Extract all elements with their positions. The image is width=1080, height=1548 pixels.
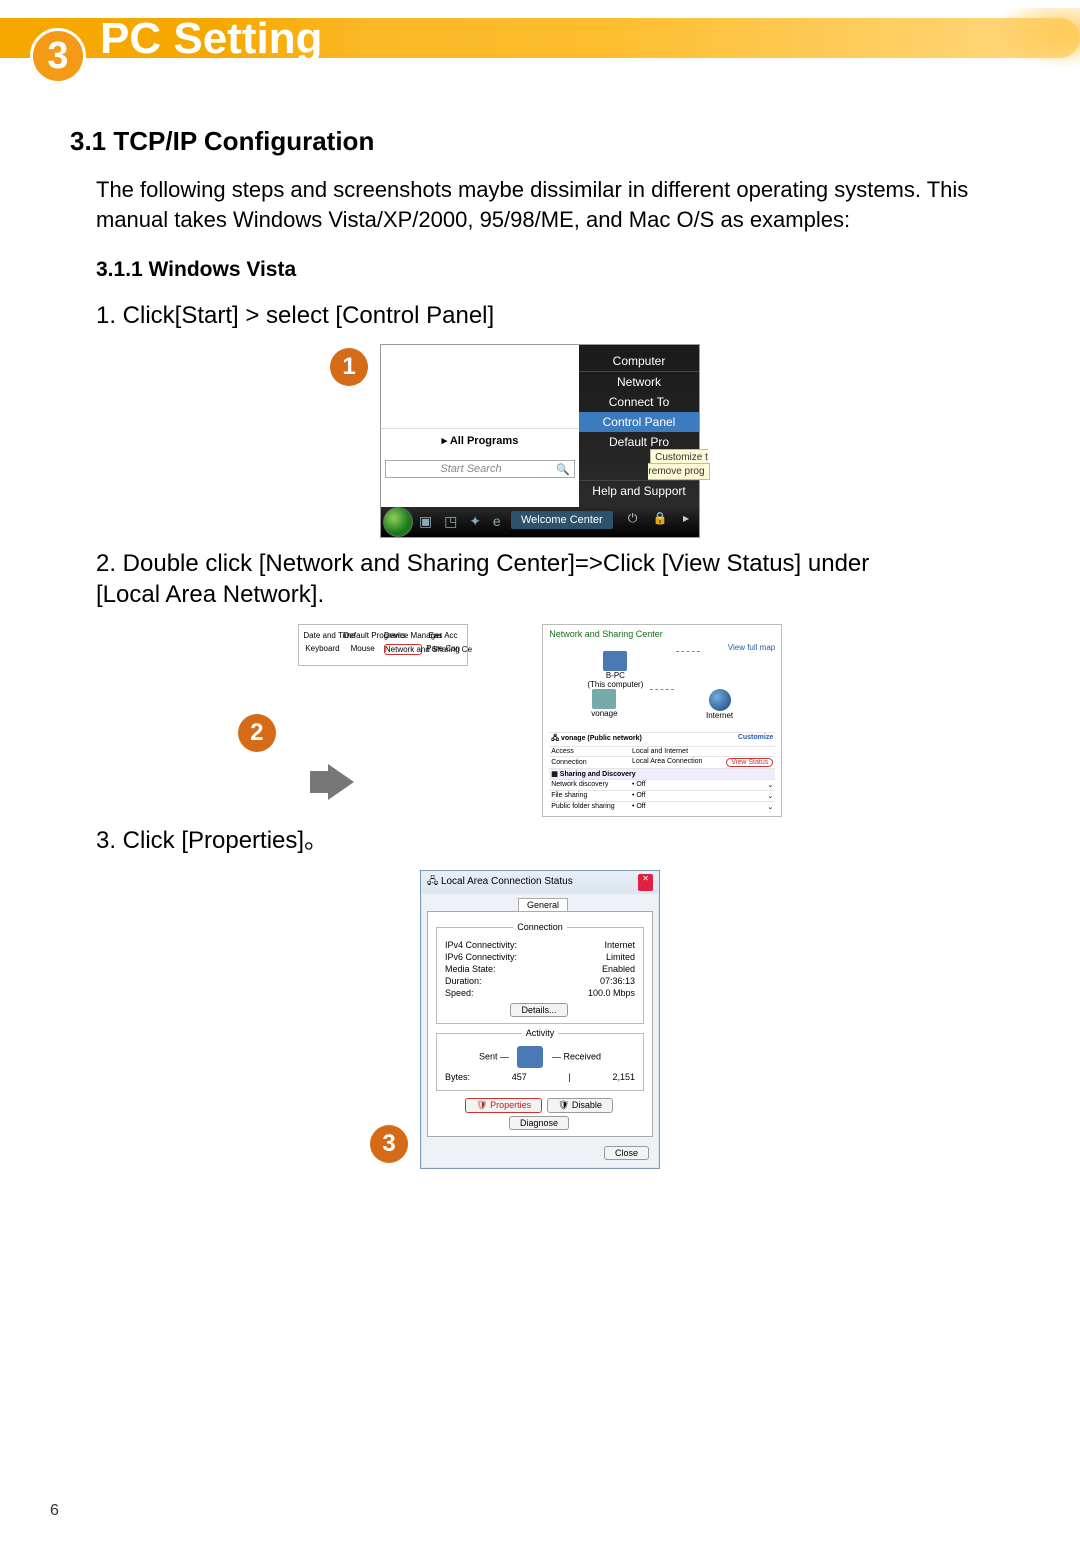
cp-icon-date-time[interactable]: Date and Time xyxy=(303,631,341,640)
close-icon[interactable]: ✕ xyxy=(638,874,653,891)
sd-file-value: • Off xyxy=(632,792,646,799)
ipv4-label: IPv4 Connectivity: xyxy=(445,940,517,950)
figure-3-lan-status: 3 🖧 Local Area Connection Status ✕ Gener… xyxy=(420,870,660,1169)
bytes-label: Bytes: xyxy=(445,1072,470,1082)
cp-icon-keyboard[interactable]: Keyboard xyxy=(303,644,341,653)
chapter-banner: 3 PC Setting xyxy=(0,0,1080,70)
vista-taskbar: ▣ ◳ ✦ e Welcome Center ⏻ 🔒 ▸ xyxy=(381,507,699,537)
step-3-text: 3. Click [Properties]。 xyxy=(96,825,1010,856)
sharing-discovery-header: ▦ Sharing and Discovery xyxy=(549,768,775,779)
all-programs-button[interactable]: All Programs xyxy=(381,428,579,452)
network-map: B-PC(This computer) vonage Internet xyxy=(549,643,775,728)
cp-icon-device-manager[interactable]: Device Manager xyxy=(384,631,422,640)
sent-label: Sent xyxy=(479,1052,498,1062)
page-number: 6 xyxy=(50,1502,59,1520)
received-label: Received xyxy=(564,1052,602,1062)
close-button[interactable]: Close xyxy=(604,1146,649,1160)
step-1-text: 1. Click[Start] > select [Control Panel] xyxy=(96,300,1010,331)
bytes-sent-value: 457 xyxy=(512,1072,527,1082)
ns-conn-value: Local Area Connection xyxy=(632,758,702,765)
view-full-map-link[interactable]: View full map xyxy=(728,643,775,652)
properties-button[interactable]: 🛡 Properties xyxy=(465,1098,542,1113)
intro-paragraph: The following steps and screenshots mayb… xyxy=(96,175,1010,234)
details-button[interactable]: Details... xyxy=(510,1003,567,1017)
speed-value: 100.0 Mbps xyxy=(588,988,635,998)
figure-1-start-menu: 1 Computer Network Connect To Control Pa… xyxy=(380,344,700,538)
menu-item-connect-to[interactable]: Connect To xyxy=(579,392,699,412)
lan-status-dialog: 🖧 Local Area Connection Status ✕ General… xyxy=(420,870,660,1169)
cp-icon-ease-access[interactable]: Eas Acc xyxy=(424,631,462,640)
taskbar-tab-welcome[interactable]: Welcome Center xyxy=(511,511,613,529)
figure-2-badge: 2 xyxy=(238,714,276,752)
sd-net-disc-value: • Off xyxy=(632,781,646,788)
sd-file-label: File sharing xyxy=(549,790,630,801)
sd-net-disc-label: Network discovery xyxy=(549,779,630,790)
figure-1-badge: 1 xyxy=(330,348,368,386)
view-status-button[interactable]: View Status xyxy=(726,758,773,767)
sd-public-label: Public folder sharing xyxy=(549,801,630,812)
ns-access-value: Local and Internet xyxy=(630,746,775,756)
step-2-text: 2. Double click [Network and Sharing Cen… xyxy=(96,548,1010,610)
arrow-icon xyxy=(328,764,354,800)
start-orb-icon[interactable] xyxy=(383,507,413,537)
figure-2-network-sharing: 2 Date and Time Default Programs Device … xyxy=(298,624,782,817)
control-panel-window: Date and Time Default Programs Device Ma… xyxy=(298,624,468,666)
ipv6-value: Limited xyxy=(606,952,635,962)
activity-icon xyxy=(517,1046,543,1068)
media-value: Enabled xyxy=(602,964,635,974)
cp-icon-default-programs[interactable]: Default Programs xyxy=(344,631,382,640)
activity-legend: Activity xyxy=(522,1028,559,1038)
page-content: 3.1 TCP/IP Configuration The following s… xyxy=(0,70,1080,1169)
menu-item-computer[interactable]: Computer xyxy=(579,351,699,372)
ns-info-table: 🖧 vonage (Public network)Customize Acces… xyxy=(549,732,775,812)
cp-icon-mouse[interactable]: Mouse xyxy=(344,644,382,653)
ns-conn-label: Connection xyxy=(549,756,630,768)
cp-icon-parental[interactable]: Pare Con xyxy=(424,644,462,653)
cp-icon-network-sharing[interactable]: Network and Sharing Ce xyxy=(384,644,422,655)
figure-3-badge: 3 xyxy=(370,1125,408,1163)
start-search-input[interactable]: Start Search xyxy=(385,460,575,478)
connection-group: Connection IPv4 Connectivity: Internet IP… xyxy=(436,922,644,1024)
duration-label: Duration: xyxy=(445,976,482,986)
customize-link[interactable]: Customize xyxy=(738,734,773,741)
start-menu-right-column: Computer Network Connect To Control Pane… xyxy=(579,345,699,507)
bytes-recv-value: 2,151 xyxy=(612,1072,635,1082)
disable-button[interactable]: 🛡 Disable xyxy=(547,1098,613,1113)
section-heading: 3.1 TCP/IP Configuration xyxy=(70,126,1010,157)
diagnose-button[interactable]: Diagnose xyxy=(509,1116,569,1130)
speed-label: Speed: xyxy=(445,988,474,998)
tab-general[interactable]: General xyxy=(518,898,568,911)
media-label: Media State: xyxy=(445,964,496,974)
default-programs-label: Default Pro xyxy=(609,435,669,449)
subsection-heading: 3.1.1 Windows Vista xyxy=(96,258,1010,282)
ns-title: Network and Sharing Center xyxy=(549,629,775,639)
quicklaunch-icons[interactable]: ▣ ◳ ✦ e xyxy=(419,513,505,530)
taskbar-tray-icons[interactable]: ⏻ 🔒 ▸ xyxy=(628,511,695,526)
ipv4-value: Internet xyxy=(604,940,635,950)
menu-item-control-panel[interactable]: Control Panel xyxy=(579,412,699,432)
network-sharing-center-window: Network and Sharing Center View full map… xyxy=(542,624,782,817)
chapter-number-badge: 3 xyxy=(30,28,86,84)
dialog-titlebar: 🖧 Local Area Connection Status ✕ xyxy=(421,871,659,894)
ns-access-label: Access xyxy=(549,746,630,756)
sd-public-value: • Off xyxy=(632,803,646,810)
dialog-title: 🖧 Local Area Connection Status xyxy=(427,874,573,891)
duration-value: 07:36:13 xyxy=(600,976,635,986)
ns-net-name: 🖧 vonage (Public network)Customize xyxy=(549,732,775,746)
start-menu-left-column: All Programs Start Search xyxy=(381,345,579,480)
chapter-title: PC Setting xyxy=(100,14,322,64)
dialog-pane: Connection IPv4 Connectivity: Internet IP… xyxy=(427,911,653,1137)
ipv6-label: IPv6 Connectivity: xyxy=(445,952,517,962)
menu-item-network[interactable]: Network xyxy=(579,372,699,392)
activity-diagram: Sent — — Received xyxy=(445,1046,635,1068)
activity-group: Activity Sent — — Received Bytes:457|2,1… xyxy=(436,1028,644,1091)
menu-item-default-programs[interactable]: Default Pro Customize tremove prog xyxy=(579,432,699,480)
connection-legend: Connection xyxy=(513,922,567,932)
menu-item-help[interactable]: Help and Support xyxy=(579,480,699,501)
control-panel-tooltip: Customize tremove prog xyxy=(648,449,709,480)
vista-start-menu: Computer Network Connect To Control Pane… xyxy=(380,344,700,538)
